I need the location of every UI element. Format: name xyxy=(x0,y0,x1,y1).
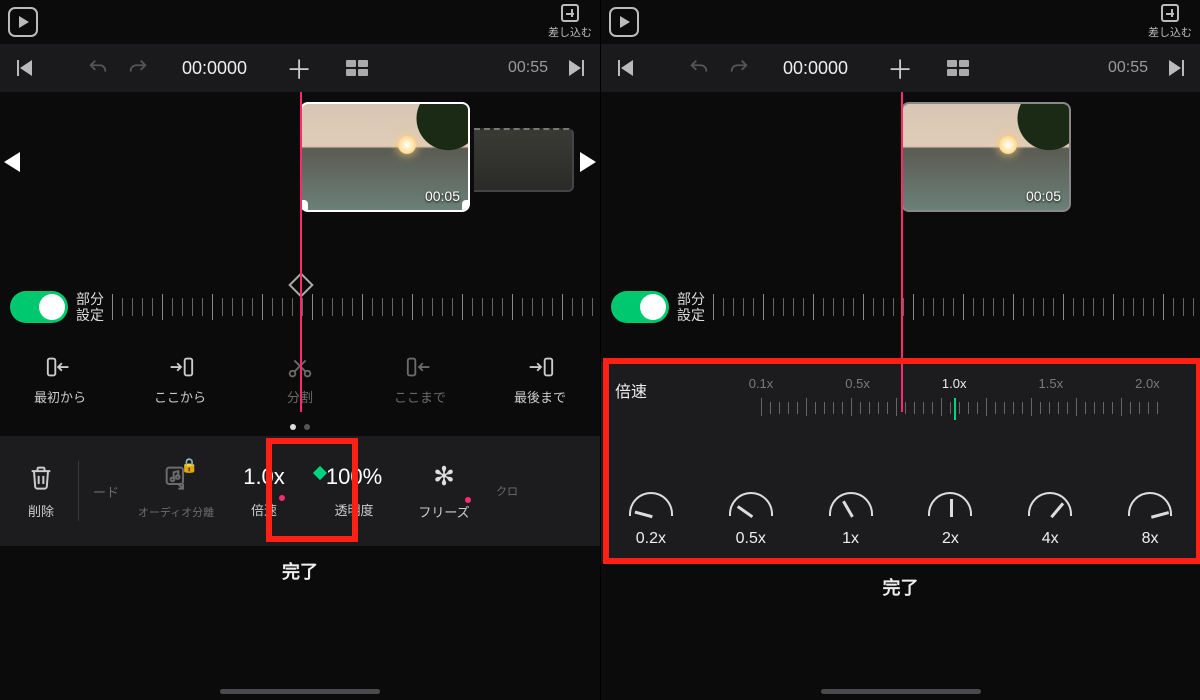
gauge-icon xyxy=(1128,492,1172,516)
tool-freeze[interactable]: ✻ フリーズ xyxy=(401,461,487,521)
insert-label: 差し込む xyxy=(548,24,592,40)
trim-to-end[interactable]: 最後まで xyxy=(495,355,585,406)
plus-icon: ＋ xyxy=(887,50,913,87)
home-indicator xyxy=(220,689,380,694)
layout-button[interactable] xyxy=(940,50,976,86)
speed-scale-label: 1.5x xyxy=(1039,376,1064,391)
ruler[interactable] xyxy=(713,292,1190,322)
insert-button[interactable]: 差し込む xyxy=(1148,4,1192,40)
add-button[interactable]: ＋ xyxy=(882,50,918,86)
clip-handle-right[interactable]: › xyxy=(462,200,470,212)
toolstrip-left: 削除 ード 🔒 オーディオ分離 1.0x 倍速 100% 透明度 ✻ フリーズ xyxy=(0,436,600,546)
go-start-button[interactable] xyxy=(6,50,42,86)
add-button[interactable]: ＋ xyxy=(281,50,317,86)
timeline[interactable]: 00:05 xyxy=(601,92,1200,272)
tool-delete[interactable]: 削除 xyxy=(6,463,76,520)
duration: 00:55 xyxy=(508,59,548,77)
timecode: 00:0000 xyxy=(182,58,247,79)
speed-scale-label: 0.1x xyxy=(749,376,774,391)
layout-button[interactable] xyxy=(339,50,375,86)
speed-preset[interactable]: 1x xyxy=(811,492,891,548)
speed-preset[interactable]: 2x xyxy=(910,492,990,548)
done-button[interactable]: 完了 xyxy=(0,546,600,596)
playhead[interactable] xyxy=(300,92,302,412)
speed-preset-label: 8x xyxy=(1142,530,1159,548)
play-button[interactable] xyxy=(609,7,639,37)
step-fwd-button[interactable] xyxy=(558,50,594,86)
speed-scale-label: 0.5x xyxy=(845,376,870,391)
go-start-button[interactable] xyxy=(607,50,643,86)
grid-icon xyxy=(346,60,368,76)
tool-speed[interactable]: 1.0x 倍速 xyxy=(221,464,307,519)
pager xyxy=(0,418,600,436)
partial-toggle[interactable] xyxy=(611,291,669,323)
ghost-clip xyxy=(474,128,574,192)
step-fwd-button[interactable] xyxy=(1158,50,1194,86)
speed-preset-label: 4x xyxy=(1042,530,1059,548)
speed-preset[interactable]: 4x xyxy=(1010,492,1090,548)
play-button[interactable] xyxy=(8,7,38,37)
play-icon xyxy=(19,16,29,28)
playhead[interactable] xyxy=(901,92,903,412)
speed-scale-label: 2.0x xyxy=(1135,376,1160,391)
insert-icon xyxy=(1161,4,1179,22)
insert-label: 差し込む xyxy=(1148,24,1192,40)
undo-button[interactable] xyxy=(681,50,717,86)
speed-scale[interactable]: 0.1x0.5x1.0x1.5x2.0x xyxy=(761,376,1190,426)
insert-icon xyxy=(561,4,579,22)
speed-preset-label: 0.2x xyxy=(636,530,666,548)
prev-clip-icon[interactable] xyxy=(4,152,20,172)
toolbar: 00:0000 ＋ 00:55 xyxy=(0,44,600,92)
duration: 00:55 xyxy=(1108,59,1148,77)
clip[interactable]: 00:05 xyxy=(901,102,1071,212)
clip-duration: 00:05 xyxy=(425,188,460,204)
pane-left: 差し込む 00:0000 ＋ 00:55 00:05 xyxy=(0,0,600,700)
undo-button[interactable] xyxy=(80,50,116,86)
done-button[interactable]: 完了 xyxy=(601,562,1200,612)
gauge-icon xyxy=(1028,492,1072,516)
next-clip-icon[interactable] xyxy=(580,152,596,172)
speed-cursor[interactable] xyxy=(954,398,956,420)
trim-from-start[interactable]: 最初から xyxy=(15,355,105,406)
snowflake-icon: ✻ xyxy=(433,461,455,492)
timeline[interactable]: 00:05 ‹ › xyxy=(0,92,600,272)
speed-preset[interactable]: 0.5x xyxy=(711,492,791,548)
gauge-icon xyxy=(829,492,873,516)
speed-preset-label: 2x xyxy=(942,530,959,548)
speed-preset-label: 1x xyxy=(842,530,859,548)
tool-opacity[interactable]: 100% 透明度 xyxy=(307,464,401,519)
ruler[interactable] xyxy=(112,292,590,322)
trim-from-here[interactable]: ここから xyxy=(135,355,225,406)
partial-toggle-label: 部分設定 xyxy=(677,291,705,323)
grid-icon xyxy=(947,60,969,76)
speed-preset-label: 0.5x xyxy=(736,530,766,548)
tool-crop[interactable]: クロ xyxy=(487,483,527,499)
play-icon xyxy=(620,16,630,28)
redo-button[interactable] xyxy=(120,50,156,86)
clip-duration: 00:05 xyxy=(1026,188,1061,204)
speed-presets: 0.2x 0.5x 1x 2x 4x 8x xyxy=(601,492,1200,548)
speed-preset[interactable]: 8x xyxy=(1110,492,1190,548)
partial-toggle[interactable] xyxy=(10,291,68,323)
partial-toggle-label: 部分設定 xyxy=(76,291,104,323)
tool-mode[interactable]: ード xyxy=(81,482,131,501)
gauge-icon xyxy=(729,492,773,516)
plus-icon: ＋ xyxy=(286,50,312,87)
home-indicator xyxy=(821,689,981,694)
gauge-icon xyxy=(629,492,673,516)
clip[interactable]: 00:05 ‹ › xyxy=(300,102,470,212)
insert-button[interactable]: 差し込む xyxy=(548,4,592,40)
trim-to-here[interactable]: ここまで xyxy=(375,355,465,406)
toolbar: 00:0000 ＋ 00:55 xyxy=(601,44,1200,92)
speed-preset[interactable]: 0.2x xyxy=(611,492,691,548)
topstrip: 差し込む xyxy=(601,0,1200,44)
speed-scale-label: 1.0x xyxy=(942,376,967,391)
tool-audio-split[interactable]: 🔒 オーディオ分離 xyxy=(131,463,221,520)
timecode: 00:0000 xyxy=(783,58,848,79)
redo-button[interactable] xyxy=(721,50,757,86)
gauge-icon xyxy=(928,492,972,516)
pane-right: 差し込む 00:0000 ＋ 00:55 00:05 xyxy=(600,0,1200,700)
topstrip: 差し込む xyxy=(0,0,600,44)
